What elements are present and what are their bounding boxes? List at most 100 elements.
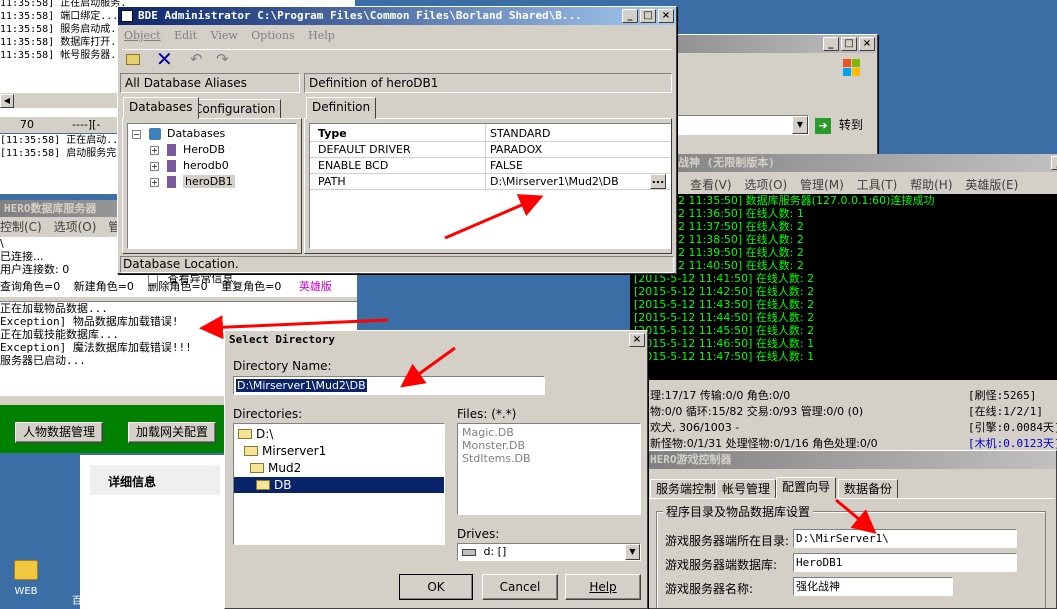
menu-hero-edition[interactable]: 英雄版(E)	[965, 178, 1018, 192]
menu-tools[interactable]: 工具(T)	[857, 178, 898, 192]
menu-help[interactable]: Help	[308, 29, 335, 42]
menu-control[interactable]: 控制(C)	[0, 220, 42, 234]
chevron-down-icon[interactable]: ▼	[792, 116, 808, 134]
server-db-input[interactable]: HeroDB1	[793, 553, 1017, 572]
directory-name-input[interactable]: D:\Mirserver1\Mud2\DB	[233, 376, 545, 395]
hero-db-menubar: 控制(C) 选项(O) 管	[0, 219, 120, 236]
menu-edit[interactable]: Edit	[174, 29, 197, 42]
game-server-window: 战神 (无限制版本) _ 查看(V) 选项(O) 管理(M) 工具(T) 帮助(…	[630, 154, 1057, 454]
menu-view[interactable]: 查看(V)	[690, 178, 732, 192]
log-line: [11:35:58] 正在启动...	[0, 135, 125, 146]
desktop-icon-partial[interactable]: 百	[72, 592, 82, 607]
database-tree[interactable]: − Databases + HeroDB + herodb0 + heroDB1	[127, 123, 297, 249]
file-item[interactable]: StdItems.DB	[462, 452, 636, 465]
console-line: [2015-5-12 11:43:50] 在线人数: 2	[634, 298, 815, 311]
tree-item-herodb0[interactable]: + herodb0	[150, 158, 229, 174]
console-line: 2 11:37:50] 在线人数: 2	[678, 220, 804, 233]
maximize-button[interactable]: □	[841, 37, 857, 51]
maximize-button[interactable]: □	[640, 9, 656, 23]
drives-select[interactable]: d: [] ▼	[457, 543, 641, 561]
expand-icon[interactable]: +	[150, 177, 159, 187]
menu-options[interactable]: 选项(O)	[54, 220, 97, 234]
game-titlebar: 战神 (无限制版本) _	[630, 154, 1057, 172]
bg-hscrollbar[interactable]: ◀	[0, 92, 125, 108]
grid-key: DEFAULT DRIVER	[318, 143, 411, 156]
game-menubar: 查看(V) 选项(O) 管理(M) 工具(T) 帮助(H) 英雄版(E)	[690, 176, 1018, 193]
tree-root[interactable]: − Databases	[132, 126, 225, 142]
tab-server-control[interactable]: 服务端控制	[650, 479, 723, 499]
menu-options[interactable]: Options	[251, 29, 294, 42]
tab-databases[interactable]: Databases	[123, 97, 199, 119]
dir-item-mirserver1[interactable]: Mirserver1	[244, 443, 326, 459]
cancel-button[interactable]: Cancel	[482, 574, 558, 600]
expand-icon[interactable]: +	[150, 145, 159, 155]
grid-value[interactable]: STANDARD	[490, 126, 551, 142]
file-item[interactable]: Monster.DB	[462, 439, 636, 452]
grid-value[interactable]: FALSE	[490, 158, 523, 174]
definition-grid[interactable]: Type STANDARD DEFAULT DRIVER PARADOX ENA…	[309, 123, 671, 249]
grid-row[interactable]: PATH D:\Mirserver1\Mud2\DB ...	[310, 174, 670, 190]
open-folder-icon[interactable]	[126, 54, 140, 65]
tab-configuration[interactable]: Configuration	[188, 99, 282, 119]
scroll-left-button[interactable]: ◀	[0, 94, 14, 108]
expand-icon[interactable]: +	[150, 161, 159, 171]
grid-value[interactable]: PARADOX	[490, 142, 542, 158]
log-line: 正在加载物品数据...	[0, 302, 108, 315]
delete-icon[interactable]: ✕	[156, 48, 173, 70]
dir-item-mud2[interactable]: Mud2	[250, 460, 301, 476]
help-button[interactable]: Help	[565, 574, 641, 600]
desktop-icon-label: WEB	[14, 586, 38, 597]
tree-item-herodb1[interactable]: + heroDB1	[150, 174, 235, 190]
dir-item-root[interactable]: D:\	[238, 426, 273, 442]
menu-help[interactable]: 帮助(H)	[910, 178, 952, 192]
tab-data-backup[interactable]: 数据备份	[838, 479, 899, 499]
status-line: 理:17/17 传输:0/0 角色:0/0	[650, 389, 791, 402]
desktop-icon-web[interactable]: WEB	[8, 560, 44, 605]
checkbox-box[interactable]	[148, 274, 158, 284]
menu-options[interactable]: 选项(O)	[744, 178, 787, 192]
grid-row[interactable]: DEFAULT DRIVER PARADOX	[310, 142, 670, 158]
minimize-button[interactable]: _	[622, 9, 638, 23]
tree-item-herodb[interactable]: + HeroDB	[150, 142, 225, 158]
files-list[interactable]: Magic.DB Monster.DB StdItems.DB	[457, 423, 641, 515]
menu-manage[interactable]: 管理(M)	[800, 178, 844, 192]
status-line: 物:0/0 循环:15/82 交易:0/93 管理:0/0 (0)	[650, 405, 864, 418]
tab-account-management[interactable]: 帐号管理	[716, 479, 777, 499]
tab-config-wizard[interactable]: 配置向导	[776, 477, 837, 499]
grid-row[interactable]: Type STANDARD	[310, 126, 670, 142]
close-button[interactable]: ×	[658, 9, 674, 23]
character-data-button[interactable]: 人物数据管理	[15, 422, 103, 443]
file-item[interactable]: Magic.DB	[462, 426, 636, 439]
grid-row[interactable]: ENABLE BCD FALSE	[310, 158, 670, 174]
files-label: Files: (*.*)	[457, 407, 517, 421]
menu-view[interactable]: View	[211, 29, 238, 42]
bde-menubar: Object Edit View Options Help	[124, 29, 335, 42]
redo-icon[interactable]: ↷	[216, 50, 229, 68]
tree-root-label: Databases	[167, 127, 226, 140]
collapse-icon[interactable]: −	[132, 129, 141, 139]
game-console: 2 11:35:50] 数据库服务器(127.0.0.1:60)连接成功 2 1…	[630, 194, 1057, 380]
tree-item-label: HeroDB	[183, 143, 226, 156]
tab-definition[interactable]: Definition	[306, 97, 377, 119]
bde-toolbar: ✕ ↶ ↷	[122, 48, 672, 71]
directories-list[interactable]: D:\ Mirserver1 Mud2 DB	[233, 423, 445, 545]
close-button[interactable]: ×	[859, 37, 875, 51]
goto-label: 转到	[838, 118, 863, 132]
browse-ellipsis-button[interactable]: ...	[650, 174, 666, 189]
close-button[interactable]: ×	[629, 333, 645, 347]
chevron-down-icon[interactable]: ▼	[625, 544, 640, 560]
menu-object[interactable]: Object	[124, 29, 161, 42]
server-dir-input[interactable]: D:\MirServer1\	[793, 529, 1017, 548]
bde-statusbar: Database Location.	[120, 256, 674, 273]
dir-item-db[interactable]: DB	[234, 477, 444, 493]
tree-item-label: herodb0	[183, 159, 229, 172]
server-name-input[interactable]: 强化战神	[793, 577, 953, 596]
load-gateway-button[interactable]: 加载网关配置	[128, 422, 216, 443]
minimize-button[interactable]: _	[1051, 156, 1057, 170]
ok-button[interactable]: OK	[399, 574, 473, 600]
minimize-button[interactable]: _	[823, 37, 839, 51]
undo-icon[interactable]: ↶	[190, 50, 203, 68]
grid-value[interactable]: D:\Mirserver1\Mud2\DB	[490, 174, 619, 190]
grid-key: Type	[318, 127, 347, 140]
goto-button[interactable]: ➔ 转到	[815, 115, 863, 135]
